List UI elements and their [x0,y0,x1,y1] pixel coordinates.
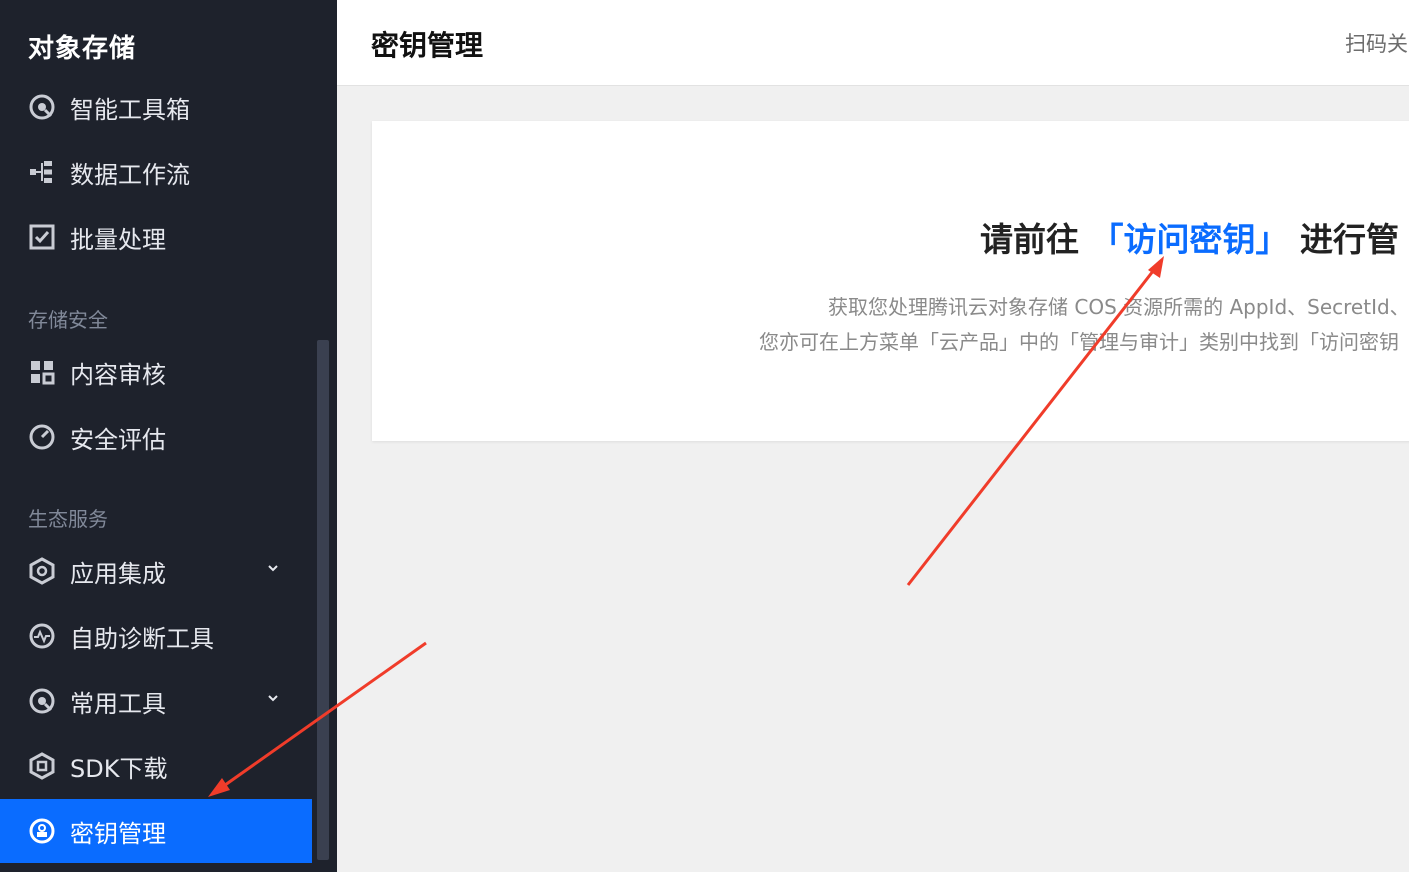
sdk-icon [28,752,56,780]
pulse-icon [28,622,56,650]
section-title-security: 存储安全 [28,308,108,332]
headline-suffix: 进行管 [1300,220,1399,259]
sidebar: 对象存储 智能工具箱 数据工作流 批量处理 存储安全 内容审核 安全评估 生态服… [0,0,337,872]
section-title-eco: 生态服务 [28,507,108,531]
sidebar-item-common-tools[interactable]: 常用工具 [0,669,312,733]
sidebar-item-label: 密钥管理 [70,819,166,848]
sidebar-item-label: 应用集成 [70,559,166,588]
sidebar-item-label: 自助诊断工具 [70,624,214,653]
sidebar-item-content-review[interactable]: 内容审核 [0,340,312,404]
chevron-down-icon[interactable] [266,691,280,705]
chevron-down-icon[interactable] [266,561,280,575]
sidebar-item-self-diagnosis[interactable]: 自助诊断工具 [0,604,312,668]
sidebar-item-sdk-download[interactable]: SDK下载 [0,734,312,798]
key-icon [28,817,56,845]
sidebar-item-label: 安全评估 [70,425,166,454]
sidebar-item-label: 批量处理 [70,225,166,254]
sidebar-item-batch[interactable]: 批量处理 [0,205,312,269]
card-description-line2: 您亦可在上方菜单「云产品」中的「管理与审计」类别中找到「访问密钥 [759,330,1399,354]
sidebar-item-security-assessment[interactable]: 安全评估 [0,405,312,469]
checkbox-icon [28,223,56,251]
sidebar-scrollbar[interactable] [317,340,329,860]
sidebar-item-label: 数据工作流 [70,160,190,189]
scan-qr-link[interactable]: 扫码关 [1345,28,1408,58]
top-bar: 密钥管理 扫码关 [337,0,1409,86]
sidebar-item-label: 内容审核 [70,360,166,389]
headline-prefix: 请前往 [980,220,1079,259]
sidebar-item-app-integration[interactable]: 应用集成 [0,539,312,603]
sidebar-item-label: 智能工具箱 [70,95,190,124]
integration-icon [28,557,56,585]
brand-title: 对象存储 [28,34,137,64]
sidebar-item-toolbox[interactable]: 智能工具箱 [0,75,312,139]
card-headline: 请前往 「访问密钥」 进行管 [980,213,1399,261]
sidebar-item-label: 常用工具 [70,689,166,718]
toolbox-icon [28,93,56,121]
key-info-card: 请前往 「访问密钥」 进行管 获取您处理腾讯云对象存储 COS 资源所需的 Ap… [372,121,1409,441]
grid-icon [28,358,56,386]
sidebar-item-key-management[interactable]: 密钥管理 [0,799,312,863]
gauge-icon [28,423,56,451]
access-key-link[interactable]: 「访问密钥」 [1091,220,1289,259]
tools-icon [28,687,56,715]
sidebar-item-workflow[interactable]: 数据工作流 [0,140,312,204]
workflow-icon [28,158,56,186]
sidebar-item-label: SDK下载 [70,754,168,783]
page-title: 密钥管理 [371,29,484,62]
card-description-line1: 获取您处理腾讯云对象存储 COS 资源所需的 AppId、SecretId、 [828,295,1409,319]
